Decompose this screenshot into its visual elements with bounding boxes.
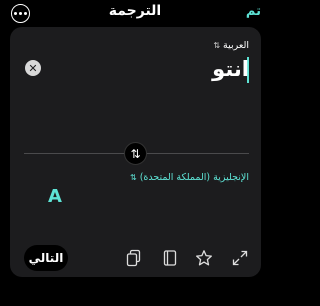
navigation-bar: الترجمة تم xyxy=(0,0,270,26)
chevron-up-down-icon: ⇅ xyxy=(130,172,137,182)
dictionary-button[interactable] xyxy=(161,249,179,267)
next-button[interactable]: التالي xyxy=(24,245,68,271)
copy-button[interactable] xyxy=(125,249,143,267)
star-icon xyxy=(196,250,212,266)
copy-icon xyxy=(126,249,141,267)
favourite-button[interactable] xyxy=(195,249,213,267)
source-language-label: العربية xyxy=(223,40,249,51)
swap-arrows-icon: ⇅ xyxy=(130,146,141,161)
translated-text: A xyxy=(48,186,62,207)
translation-panel: ⇅ العربية انتو ✕ ⇅ ⇅ الإنجليزية (المملكة… xyxy=(10,27,261,277)
clear-text-button[interactable]: ✕ xyxy=(25,60,41,76)
source-text-input[interactable]: انتو xyxy=(212,57,249,81)
book-icon xyxy=(163,250,177,266)
chevron-up-down-icon: ⇅ xyxy=(213,40,221,50)
expand-icon xyxy=(232,250,248,266)
source-language-selector[interactable]: ⇅ العربية xyxy=(213,40,249,51)
fullscreen-button[interactable] xyxy=(231,249,249,267)
done-button[interactable]: تم xyxy=(246,4,261,19)
target-language-label: الإنجليزية (المملكة المتحدة) xyxy=(139,172,249,183)
page-title: الترجمة xyxy=(108,3,162,19)
close-icon: ✕ xyxy=(28,61,38,75)
target-language-selector[interactable]: ⇅ الإنجليزية (المملكة المتحدة) xyxy=(130,172,249,183)
swap-languages-button[interactable]: ⇅ xyxy=(124,142,147,165)
